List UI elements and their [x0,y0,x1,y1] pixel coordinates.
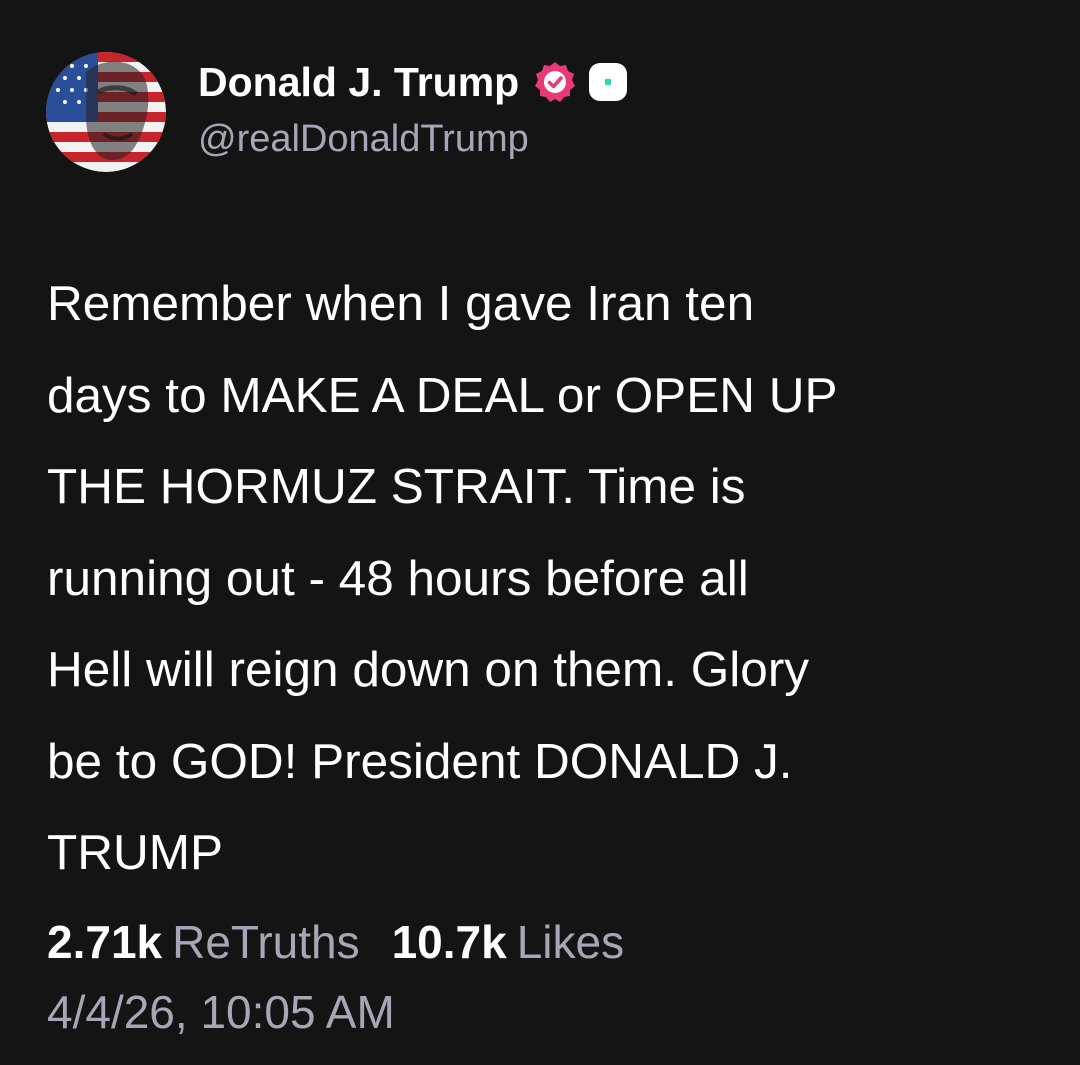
retruths-label: ReTruths [172,916,360,968]
likes-count: 10.7k [391,916,507,968]
name-row: Donald J. Trump [198,56,629,108]
display-name[interactable]: Donald J. Trump [198,59,519,106]
post-timestamp: 4/4/26, 10:05 AM [47,986,395,1038]
author-identity: Donald J. Trump @realDonaldTrump [198,56,629,161]
retruths-count: 2.71k [47,916,163,968]
author-handle[interactable]: @realDonaldTrump [198,118,629,161]
retruths-stat[interactable]: 2.71k ReTruths [47,916,360,968]
post-text: Remember when I gave Iran ten days to MA… [47,276,838,880]
post-stats: 2.71k ReTruths 10.7k Likes [47,912,624,972]
avatar[interactable] [46,52,166,172]
truth-post: Donald J. Trump @realDonaldTrump Remembe… [0,0,1080,1065]
flag-portrait-avatar-icon [46,52,166,172]
square-badge-icon [587,61,629,103]
likes-label: Likes [516,916,625,968]
post-header: Donald J. Trump @realDonaldTrump [46,52,629,172]
likes-stat[interactable]: 10.7k Likes [392,916,625,968]
verified-check-icon [533,60,577,104]
